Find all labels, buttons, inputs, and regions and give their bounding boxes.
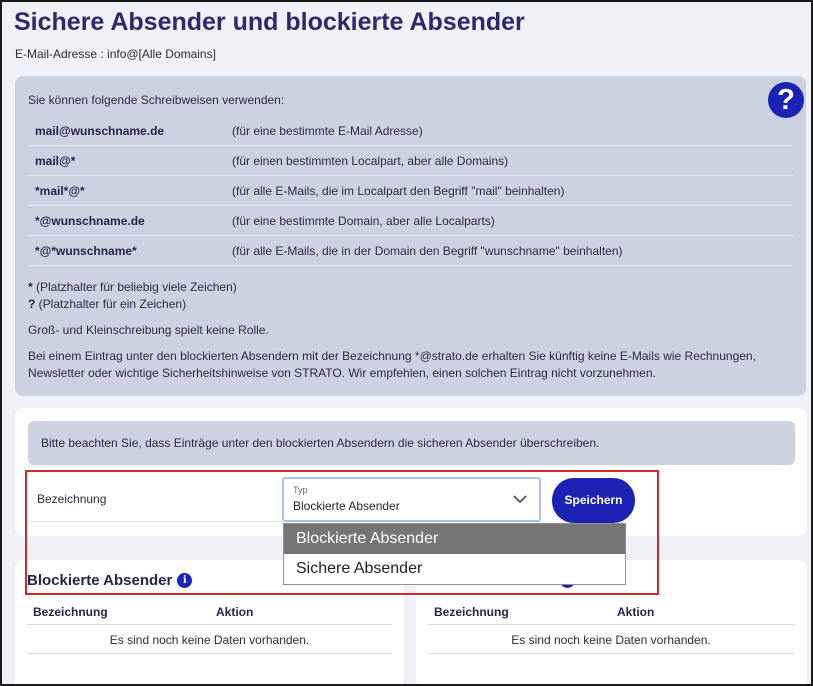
wildcard-question-text: (Platzhalter für ein Zeichen) (35, 297, 187, 311)
column-header-action: Aktion (216, 605, 254, 619)
example-description: (für alle E-Mails, die im Localpart den … (232, 183, 565, 198)
example-pattern: *@*wunschname* (35, 243, 137, 258)
safe-empty-message: Es sind noch keine Daten vorhanden. (428, 626, 794, 654)
dropdown-option-safe[interactable]: Sichere Absender (284, 554, 625, 584)
dropdown-option-blocked[interactable]: Blockierte Absender (284, 524, 625, 554)
example-description: (für alle E-Mails, die in der Domain den… (232, 243, 623, 258)
example-pattern: mail@wunschname.de (35, 123, 165, 138)
page: Sichere Absender und blockierte Absender… (0, 0, 813, 686)
blocked-table-header: Bezeichnung Aktion (27, 599, 392, 625)
example-description: (für einen bestimmten Localpart, aber al… (232, 153, 509, 168)
bezeichnung-label: Bezeichnung (27, 472, 283, 522)
syntax-examples: mail@wunschname.de (für eine bestimmte E… (28, 116, 793, 266)
wildcard-legend: * (Platzhalter für beliebig viele Zeiche… (28, 279, 237, 313)
page-title: Sichere Absender und blockierte Absender (14, 8, 525, 36)
type-dropdown-list: Blockierte Absender Sichere Absender (283, 523, 626, 585)
example-pattern: *mail*@* (35, 183, 85, 198)
example-description: (für eine bestimmte E-Mail Adresse) (232, 123, 423, 138)
help-icon[interactable]: ? (768, 82, 804, 118)
strato-warning-line: Newsletter oder wichtige Sicherheitshinw… (28, 366, 656, 380)
safe-table-header: Bezeichnung Aktion (428, 599, 794, 625)
add-entry-form-highlight: Bezeichnung Typ Blockierte Absender Spei… (25, 470, 659, 595)
example-row: *mail*@* (für alle E-Mails, die im Local… (28, 176, 793, 206)
syntax-info-box: Sie können folgende Schreibweisen verwen… (15, 76, 806, 396)
example-row: *@wunschname.de (für eine bestimmte Doma… (28, 206, 793, 236)
example-description: (für eine bestimmte Domain, aber alle Lo… (232, 213, 495, 228)
type-select-caption: Typ (293, 485, 308, 495)
column-header-name[interactable]: Bezeichnung (434, 605, 509, 619)
example-pattern: *@wunschname.de (35, 213, 145, 228)
save-button[interactable]: Speichern (552, 478, 635, 523)
strato-warning-line: Bei einem Eintrag unter den blockierten … (28, 349, 756, 363)
wildcard-question-note: ? (Platzhalter für ein Zeichen) (28, 296, 237, 313)
example-row: *@*wunschname* (für alle E-Mails, die in… (28, 236, 793, 266)
syntax-intro: Sie können folgende Schreibweisen verwen… (28, 93, 285, 107)
example-row: mail@* (für einen bestimmten Localpart, … (28, 146, 793, 176)
column-header-name[interactable]: Bezeichnung (33, 605, 108, 619)
override-notice: Bitte beachten Sie, dass Einträge unter … (28, 421, 795, 465)
column-header-action: Aktion (617, 605, 655, 619)
email-address-line: E-Mail-Adresse : info@[Alle Domains] (15, 47, 216, 61)
wildcard-star-text: (Platzhalter für beliebig viele Zeichen) (32, 280, 237, 294)
type-select[interactable]: Typ Blockierte Absender (282, 477, 541, 522)
blocked-empty-message: Es sind noch keine Daten vorhanden. (27, 626, 392, 654)
example-pattern: mail@* (35, 153, 76, 168)
wildcard-star-note: * (Platzhalter für beliebig viele Zeiche… (28, 279, 237, 296)
type-select-value: Blockierte Absender (293, 499, 400, 513)
example-row: mail@wunschname.de (für eine bestimmte E… (28, 116, 793, 146)
strato-warning: Bei einem Eintrag unter den blockierten … (28, 348, 756, 382)
case-note: Groß- und Kleinschreibung spielt keine R… (28, 323, 269, 337)
chevron-down-icon (513, 495, 527, 504)
